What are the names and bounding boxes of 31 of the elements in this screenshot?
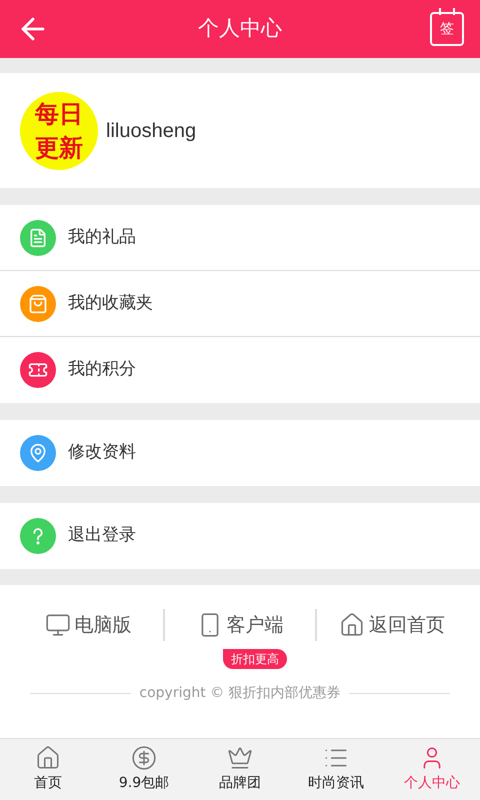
avatar-text: 更新 [35, 132, 83, 164]
crown-icon [227, 745, 253, 771]
menu-item-label: 退出登录 [68, 524, 136, 548]
footer-link[interactable]: 客户端 [196, 610, 284, 640]
menu-item[interactable]: 我的礼品 [0, 205, 480, 271]
menu-item-label: 我的礼品 [68, 226, 136, 249]
home-icon [35, 745, 61, 771]
bag-icon [28, 294, 48, 314]
monitor-icon [44, 612, 70, 638]
copyright-text: copyright © 狠折扣内部优惠券 [139, 684, 341, 703]
avatar-text: 每日 [35, 98, 83, 130]
document-icon [28, 228, 48, 248]
menu-item[interactable]: 我的积分 [0, 337, 480, 403]
footer-link[interactable]: 电脑版 [44, 610, 132, 640]
tab-item[interactable]: 首页 [0, 739, 96, 800]
page-title: 个人中心 [198, 15, 282, 42]
promo-badge: 折扣更高 [223, 648, 287, 669]
menu-item[interactable]: 修改资料 [0, 420, 480, 486]
coin-icon [131, 745, 157, 771]
tab-item[interactable]: 9.9包邮 [96, 739, 192, 800]
tab-item[interactable]: 时尚资讯 [288, 739, 384, 800]
menu-item[interactable]: 我的收藏夹 [0, 271, 480, 337]
footer-link[interactable]: 返回首页 [339, 610, 445, 640]
menu-item-label: 我的积分 [68, 358, 136, 382]
menu-item-label: 修改资料 [68, 441, 136, 464]
location-pin-icon [28, 443, 48, 463]
tab-item[interactable]: 品牌团 [192, 739, 288, 800]
menu-item[interactable]: 退出登录 [0, 503, 480, 569]
menu-item-label: 我的收藏夹 [68, 292, 153, 315]
home-icon [339, 612, 365, 638]
username: liluosheng [106, 118, 196, 144]
